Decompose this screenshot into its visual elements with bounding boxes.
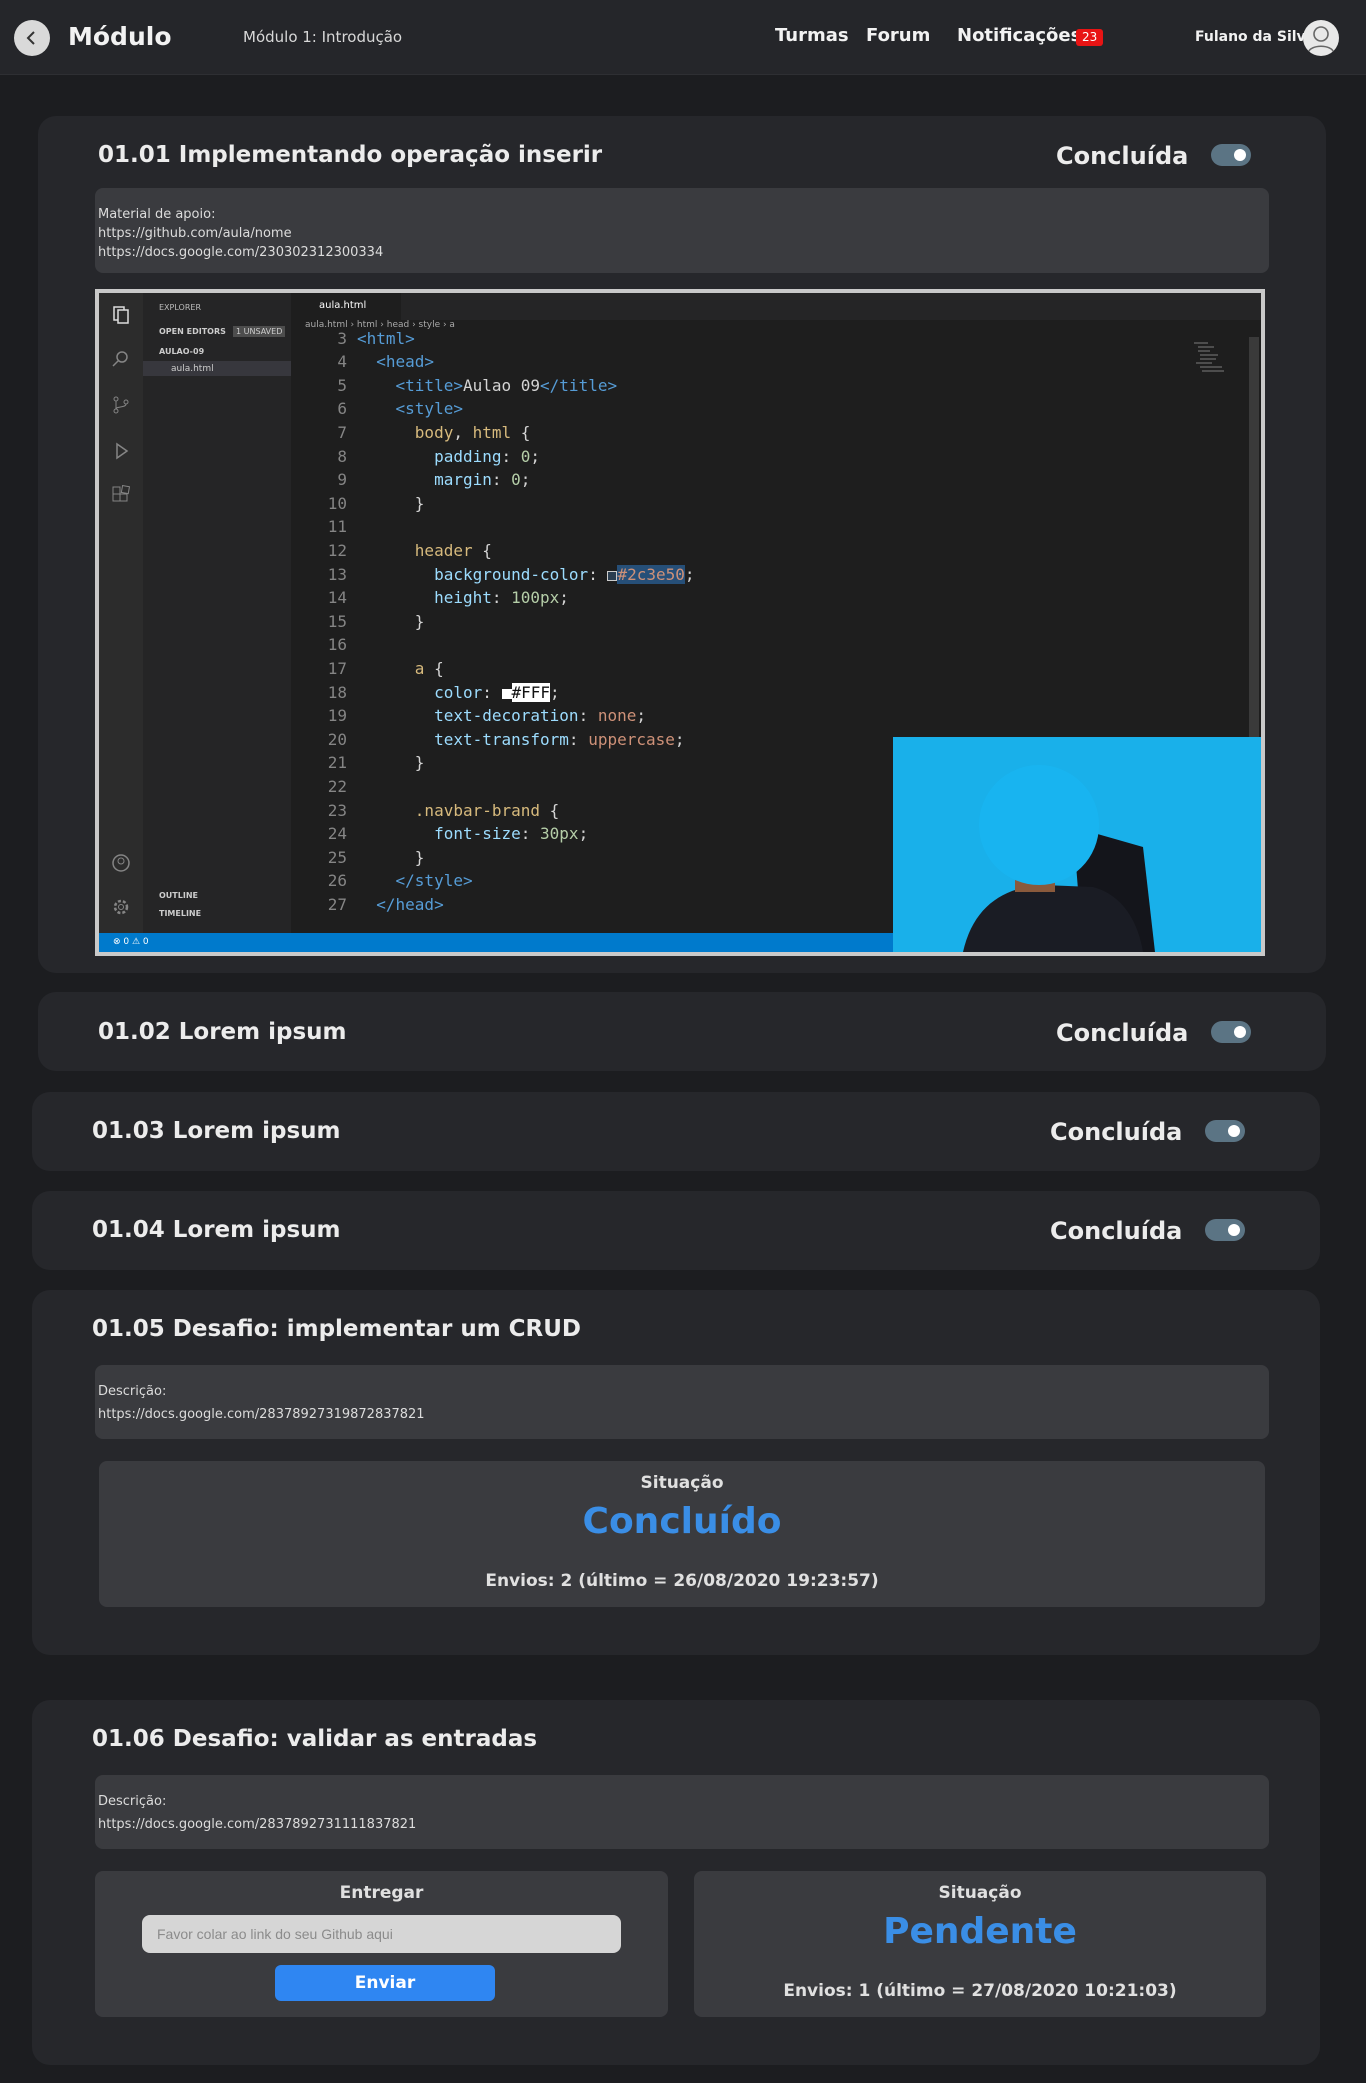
line-number: 5: [337, 376, 347, 395]
video-frame: EXPLORER OPEN EDITORS 1 UNSAVED AULAO-09…: [99, 293, 1261, 952]
line-number: 27: [327, 895, 347, 914]
support-label: Material de apoio:: [98, 207, 216, 222]
video-player[interactable]: EXPLORER OPEN EDITORS 1 UNSAVED AULAO-09…: [95, 289, 1265, 956]
send-button[interactable]: Enviar: [275, 1965, 495, 2001]
lesson-title: 01.03 Lorem ipsum: [92, 1118, 341, 1144]
status-label: Concluída: [1050, 1118, 1183, 1146]
back-button[interactable]: [14, 20, 50, 56]
minimap: [1194, 341, 1234, 381]
line-number: 3: [337, 329, 347, 348]
search-icon: [112, 351, 128, 367]
nav-notificacoes[interactable]: Notificações: [957, 25, 1081, 46]
sends-count: Envios: 1 (último = 27/08/2020 10:21:03): [783, 1981, 1177, 2001]
description-box: Descrição: https://docs.google.com/28378…: [95, 1365, 1269, 1439]
extensions-icon: [112, 485, 131, 502]
nav-forum[interactable]: Forum: [866, 25, 930, 46]
support-link[interactable]: https://docs.google.com/230302312300334: [98, 243, 1266, 262]
webcam-overlay: [893, 737, 1261, 952]
line-number: 20: [327, 730, 347, 749]
line-number: 7: [337, 423, 347, 442]
line-number: 21: [327, 753, 347, 772]
completed-toggle[interactable]: [1205, 1120, 1245, 1142]
github-link-input[interactable]: [142, 1915, 621, 1953]
top-navbar: Módulo Módulo 1: Introdução Turmas Forum…: [0, 0, 1366, 75]
lesson-title: 01.01 Implementando operação inserir: [98, 142, 603, 168]
editor-tabbar: aula.html: [291, 293, 1261, 320]
line-number: 24: [327, 824, 347, 843]
editor-breadcrumbs: aula.html › html › head › style › a: [305, 320, 455, 330]
line-number: 18: [327, 683, 347, 702]
support-link[interactable]: https://github.com/aula/nome: [98, 224, 1266, 243]
page-title: Módulo: [68, 22, 172, 51]
description-link[interactable]: https://docs.google.com/2837892731987283…: [98, 1405, 1266, 1424]
line-number: 15: [327, 612, 347, 631]
line-number: 26: [327, 871, 347, 890]
line-number: 8: [337, 447, 347, 466]
situation-box: Situação Concluído Envios: 2 (último = 2…: [99, 1461, 1265, 1607]
breadcrumb[interactable]: Módulo 1: Introdução: [243, 28, 402, 46]
file-label: aula.html: [171, 364, 214, 374]
lesson-title: 01.04 Lorem ipsum: [92, 1217, 341, 1243]
status-label: Concluída: [1056, 1019, 1189, 1047]
file-row-selected: [143, 361, 291, 376]
presenter-image: [893, 737, 1261, 952]
open-editors-label: OPEN EDITORS: [159, 327, 226, 336]
challenge-title: 01.05 Desafio: implementar um CRUD: [92, 1316, 582, 1342]
challenge-title: 01.06 Desafio: validar as entradas: [92, 1726, 538, 1752]
editor-tab: aula.html: [291, 293, 401, 320]
deliver-label: Entregar: [339, 1883, 424, 1903]
line-number: 11: [327, 517, 347, 536]
description-box: Descrição: https://docs.google.com/28378…: [95, 1775, 1269, 1849]
nav-turmas[interactable]: Turmas: [775, 25, 849, 46]
situation-label: Situação: [938, 1883, 1022, 1903]
account-icon: [112, 854, 130, 872]
unsaved-badge: 1 UNSAVED: [233, 326, 286, 337]
description-label: Descrição:: [98, 1794, 167, 1809]
description-link[interactable]: https://docs.google.com/2837892731111837…: [98, 1815, 1266, 1834]
status-label: Concluída: [1050, 1217, 1183, 1245]
user-name[interactable]: Fulano da Silva: [1195, 29, 1315, 45]
files-icon: [113, 306, 129, 324]
status-label: Concluída: [1056, 142, 1189, 170]
source-control-icon: [113, 396, 129, 414]
activity-bar: [99, 293, 143, 933]
line-number: 23: [327, 801, 347, 820]
situation-label: Situação: [640, 1473, 724, 1493]
completed-toggle[interactable]: [1211, 1021, 1251, 1043]
explorer-panel: EXPLORER OPEN EDITORS 1 UNSAVED AULAO-09…: [143, 293, 291, 933]
line-number: 22: [327, 777, 347, 796]
line-number: 12: [327, 541, 347, 560]
notification-badge: 23: [1076, 29, 1104, 46]
gear-icon: [113, 899, 129, 915]
support-material-box: Material de apoio: https://github.com/au…: [95, 188, 1269, 273]
line-number: 19: [327, 706, 347, 725]
folder-label: AULAO-09: [159, 347, 205, 356]
sends-count: Envios: 2 (último = 26/08/2020 19:23:57): [485, 1571, 879, 1591]
explorer-header: EXPLORER: [159, 303, 201, 312]
situation-box: Situação Pendente Envios: 1 (último = 27…: [694, 1871, 1266, 2017]
user-icon: [1307, 26, 1335, 54]
line-number: 16: [327, 635, 347, 654]
line-number: 17: [327, 659, 347, 678]
lesson-title: 01.02 Lorem ipsum: [98, 1019, 347, 1045]
line-number: 25: [327, 848, 347, 867]
run-debug-icon: [116, 442, 129, 460]
timeline-label: TIMELINE: [159, 909, 202, 918]
avatar[interactable]: [1303, 20, 1339, 56]
line-number: 9: [337, 470, 347, 489]
line-number: 13: [327, 565, 347, 584]
line-number: 14: [327, 588, 347, 607]
completed-toggle[interactable]: [1205, 1219, 1245, 1241]
line-number: 10: [327, 494, 347, 513]
situation-value: Pendente: [883, 1911, 1077, 1952]
situation-value: Concluído: [582, 1501, 782, 1542]
chevron-left-icon: [26, 31, 35, 45]
completed-toggle[interactable]: [1211, 144, 1251, 166]
line-number: 4: [337, 352, 347, 371]
line-number: 6: [337, 399, 347, 418]
description-label: Descrição:: [98, 1384, 167, 1399]
outline-label: OUTLINE: [159, 891, 198, 900]
